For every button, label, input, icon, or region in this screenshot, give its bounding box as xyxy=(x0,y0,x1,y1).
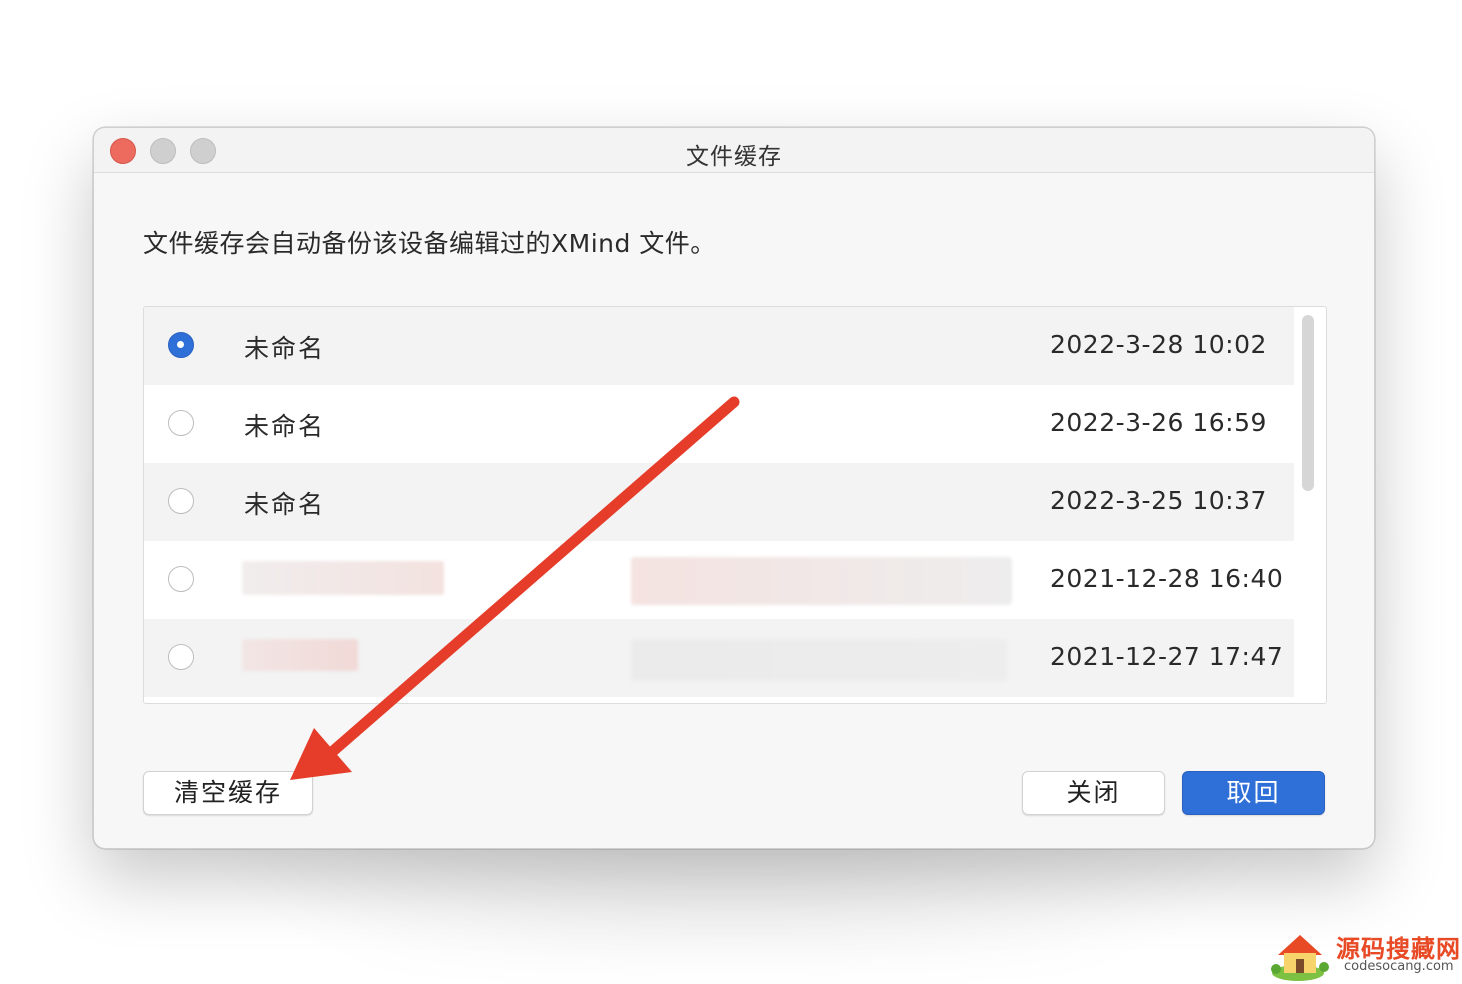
file-date: 2022-3-28 10:02 xyxy=(1050,330,1267,359)
redacted-file-path xyxy=(631,557,1012,605)
file-date: 2022-3-26 16:59 xyxy=(1050,408,1267,437)
watermark: 源码搜藏网 codesocang.com xyxy=(1262,925,1462,984)
file-row[interactable]: 未命名 2022-3-25 10:37 xyxy=(144,463,1294,541)
radio-button[interactable] xyxy=(168,488,194,514)
file-name: 未命名 xyxy=(244,412,326,441)
house-logo-icon xyxy=(1271,935,1329,981)
description-text: 文件缓存会自动备份该设备编辑过的XMind 文件。 xyxy=(143,229,716,258)
radio-button-selected[interactable] xyxy=(168,332,194,358)
file-date: 2022-3-25 10:37 xyxy=(1050,486,1267,515)
file-date: 2021-12-28 16:40 xyxy=(1050,564,1284,593)
redacted-file-path xyxy=(631,639,1007,681)
file-cache-dialog: 文件缓存 文件缓存会自动备份该设备编辑过的XMind 文件。 未命名 2022-… xyxy=(93,127,1375,849)
file-date: 2021-12-27 17:47 xyxy=(1050,642,1284,671)
clear-cache-button[interactable]: 清空缓存 xyxy=(143,771,313,815)
title-bar: 文件缓存 xyxy=(94,128,1374,173)
redacted-file-name xyxy=(242,639,358,671)
list-scrollbar[interactable] xyxy=(1302,315,1314,491)
watermark-url: codesocang.com xyxy=(1344,959,1454,974)
file-cache-list[interactable]: 未命名 2022-3-28 10:02 未命名 2022-3-26 16:59 … xyxy=(143,306,1327,704)
file-row[interactable]: 未命名 2022-3-28 10:02 xyxy=(144,307,1294,385)
file-name: 未命名 xyxy=(244,334,326,363)
file-row[interactable]: 2021-12-28 16:40 xyxy=(144,541,1294,619)
file-row[interactable]: 2021-12-27 17:47 xyxy=(144,619,1294,697)
close-button[interactable]: 关闭 xyxy=(1022,771,1165,815)
radio-button[interactable] xyxy=(168,644,194,670)
restore-button[interactable]: 取回 xyxy=(1182,771,1325,815)
file-row[interactable]: 未命名 2022-3-26 16:59 xyxy=(144,385,1294,463)
file-name: 未命名 xyxy=(244,490,326,519)
window-title: 文件缓存 xyxy=(686,144,782,170)
radio-button[interactable] xyxy=(168,566,194,592)
redacted-file-name xyxy=(242,561,444,595)
radio-button[interactable] xyxy=(168,410,194,436)
